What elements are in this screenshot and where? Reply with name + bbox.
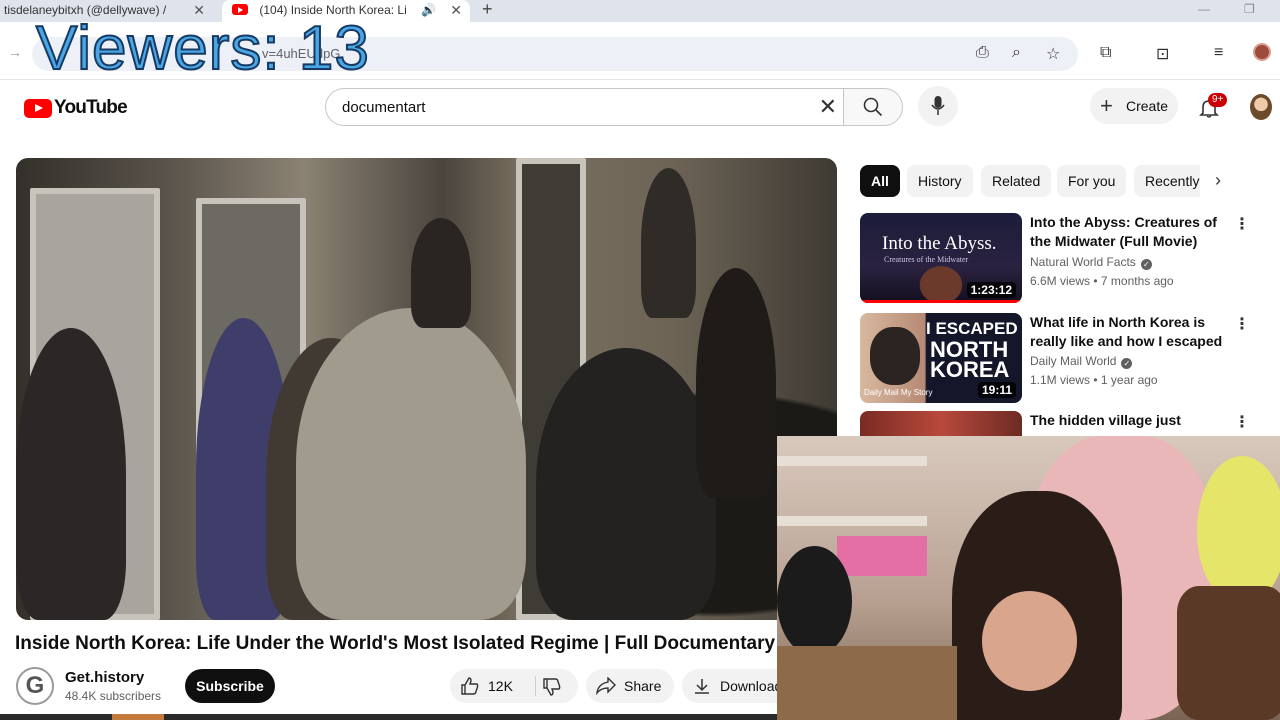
clear-search-icon[interactable]: ✕	[819, 95, 837, 119]
rec-thumbnail[interactable]: Into the Abyss. Creatures of the Midwate…	[860, 213, 1022, 303]
thumb-subtitle-text: Creatures of the Midwater	[884, 255, 969, 264]
minimize-icon[interactable]: —	[1198, 2, 1210, 16]
create-button[interactable]: + Create	[1090, 88, 1178, 124]
channel-name[interactable]: Get.history	[65, 669, 144, 686]
webcam-shelf	[777, 456, 927, 466]
chevron-right-icon[interactable]: ›	[1215, 170, 1221, 191]
webcam-pink-box	[837, 536, 927, 576]
rec-thumbnail[interactable]	[860, 411, 1022, 436]
chip-for-you[interactable]: For you	[1057, 165, 1127, 197]
thumb-title-text: Into the Abyss.	[882, 233, 997, 254]
install-app-icon[interactable]: ⎙	[976, 44, 989, 62]
search-icon	[863, 97, 883, 117]
rec-thumbnail[interactable]: I ESCAPED NORTH KOREA Daily Mail My Stor…	[860, 313, 1022, 403]
share-label: Share	[624, 678, 662, 694]
notifications-badge: 9+	[1208, 93, 1228, 107]
download-label: Download	[720, 678, 782, 694]
webcam-shelf	[777, 516, 927, 526]
like-icon[interactable]	[460, 676, 480, 696]
chip-related[interactable]: Related	[981, 165, 1052, 197]
bookmark-star-icon[interactable]: ☆	[1046, 44, 1060, 64]
filter-chips: All History Related For you Recently upl…	[860, 165, 1200, 197]
more-options-icon[interactable]: ⋮	[1234, 314, 1250, 334]
video-figure	[16, 328, 126, 620]
thumb-text-line3: KOREA	[930, 357, 1010, 382]
chip-recently-uploaded[interactable]: Recently uploaded	[1134, 165, 1200, 197]
profile-avatar[interactable]	[1253, 43, 1271, 61]
verified-check-icon: ✓	[1140, 259, 1152, 270]
chip-history[interactable]: History	[907, 165, 973, 197]
watch-progress-bar	[860, 300, 1022, 303]
viewers-count-overlay: Viewers: 13	[35, 14, 370, 83]
webcam-microphone	[777, 546, 852, 656]
thumb-brand: Daily Mail My Story	[864, 388, 933, 397]
forward-icon[interactable]: →	[8, 44, 22, 60]
thumb-text-line1: I ESCAPED	[926, 319, 1018, 338]
extensions-icon[interactable]: ⧉	[1100, 44, 1111, 62]
verified-check-icon: ✓	[1121, 358, 1133, 369]
rec-title[interactable]: Into the Abyss: Creatures of the Midwate…	[1030, 213, 1228, 251]
download-icon	[695, 679, 709, 694]
share-icon	[596, 677, 616, 695]
subscribe-button[interactable]: Subscribe	[185, 669, 275, 703]
rec-meta: 6.6M views • 7 months ago	[1030, 274, 1174, 288]
like-divider	[535, 676, 536, 696]
tab-audio-icon[interactable]: 🔊	[421, 0, 436, 20]
youtube-header: YouTube ✕ + Create 9+	[0, 80, 1280, 136]
search-button[interactable]	[843, 88, 903, 126]
share-button[interactable]: Share	[586, 669, 674, 703]
like-count: 12K	[488, 678, 513, 694]
youtube-logo-text: YouTube	[54, 97, 128, 118]
webcam-basket	[1177, 586, 1280, 720]
like-dislike-group: 12K	[450, 669, 578, 703]
chip-all[interactable]: All	[860, 165, 900, 197]
voice-search-button[interactable]	[918, 86, 958, 126]
create-label: Create	[1126, 98, 1169, 114]
channel-avatar[interactable]: G	[16, 667, 54, 705]
rec-channel[interactable]: Daily Mail World ✓	[1030, 354, 1133, 369]
microphone-icon	[931, 96, 945, 115]
rec-meta: 1.1M views • 1 year ago	[1030, 373, 1158, 387]
search-box: ✕	[325, 88, 843, 126]
tab-close-icon[interactable]: ✕	[450, 0, 462, 20]
rec-channel[interactable]: Natural World Facts ✓	[1030, 255, 1152, 270]
rec-channel-name: Daily Mail World	[1030, 354, 1117, 368]
video-duration: 19:11	[977, 382, 1016, 398]
webcam-plush-toy	[1197, 456, 1280, 606]
more-options-icon[interactable]: ⋮	[1234, 214, 1250, 234]
lens-search-icon[interactable]: ⊡	[1156, 44, 1169, 64]
rec-title[interactable]: What life in North Korea is really like …	[1030, 313, 1228, 351]
youtube-logo[interactable]: YouTube	[24, 97, 128, 119]
subscriber-count: 48.4K subscribers	[65, 689, 162, 703]
video-figure	[411, 218, 471, 328]
taskbar-segment	[112, 714, 164, 720]
video-figure	[296, 308, 526, 620]
webcam-floor	[777, 646, 957, 720]
download-button[interactable]: Download	[682, 669, 782, 703]
youtube-play-icon	[24, 98, 52, 118]
media-controls-icon[interactable]: ≡	[1214, 44, 1223, 62]
new-tab-button[interactable]: +	[482, 0, 493, 20]
video-figure	[641, 168, 696, 318]
zoom-icon[interactable]: ⌕	[1012, 44, 1021, 62]
more-options-icon[interactable]: ⋮	[1234, 412, 1250, 432]
video-figure	[536, 348, 716, 620]
dislike-icon[interactable]	[542, 677, 562, 697]
webcam-overlay	[777, 436, 1280, 720]
rec-title[interactable]: The hidden village just metres	[1030, 411, 1228, 430]
webcam-person-face	[982, 591, 1077, 691]
plus-icon: +	[1100, 93, 1113, 118]
video-figure	[696, 268, 776, 498]
rec-channel-name: Natural World Facts	[1030, 255, 1136, 269]
search-input[interactable]	[342, 89, 802, 125]
thumb-portrait	[870, 327, 920, 385]
user-avatar[interactable]	[1250, 94, 1272, 120]
video-duration: 1:23:12	[966, 282, 1016, 298]
restore-icon[interactable]: ❐	[1244, 2, 1255, 16]
taskbar-strip	[0, 714, 780, 720]
video-title: Inside North Korea: Life Under the World…	[15, 633, 776, 654]
video-player[interactable]	[16, 158, 837, 620]
